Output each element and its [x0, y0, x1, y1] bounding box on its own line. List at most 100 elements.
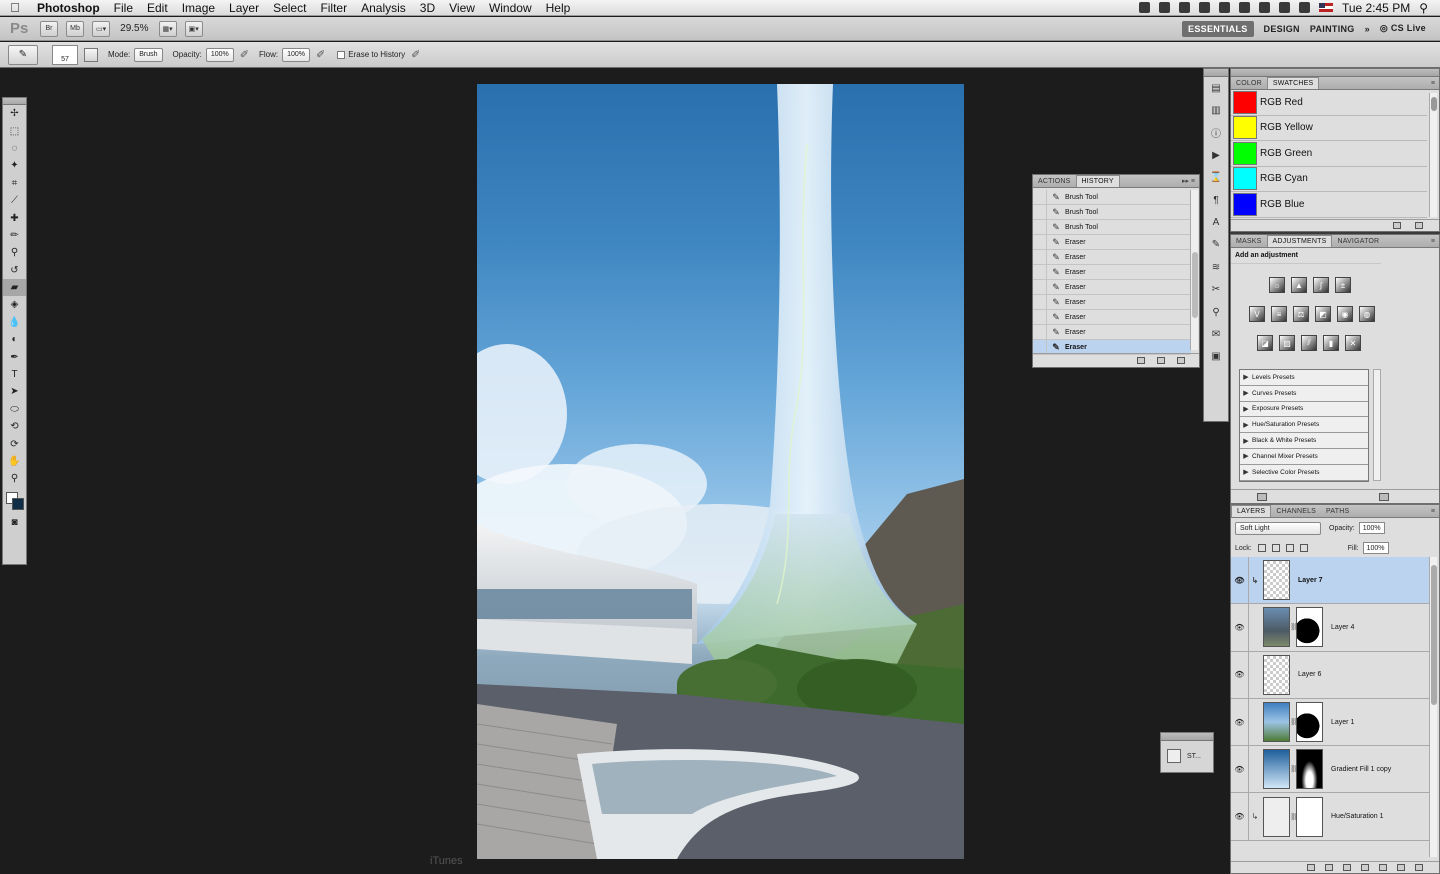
- layers-scrollbar[interactable]: [1429, 557, 1437, 857]
- clip-to-layer-icon[interactable]: [1379, 492, 1389, 501]
- tab-masks[interactable]: MASKS: [1231, 236, 1267, 247]
- tools-panel-header[interactable]: [3, 98, 26, 105]
- layer-thumbnail[interactable]: [1263, 654, 1290, 695]
- paragraph-panel-icon[interactable]: ¶: [1204, 189, 1228, 211]
- menu-filter[interactable]: Filter: [313, 1, 354, 15]
- add-mask-icon[interactable]: [1343, 864, 1351, 871]
- history-source-box[interactable]: [1033, 219, 1047, 235]
- menu-image[interactable]: Image: [175, 1, 222, 15]
- history-state[interactable]: ✎ Brush Tool: [1033, 204, 1191, 220]
- tool-presets-icon[interactable]: ✂: [1204, 279, 1228, 301]
- menu-analysis[interactable]: Analysis: [354, 1, 413, 15]
- delete-layer-icon[interactable]: [1415, 864, 1423, 871]
- history-source-box[interactable]: [1033, 264, 1047, 280]
- black-white-icon[interactable]: ◩: [1315, 306, 1331, 322]
- flow-input[interactable]: 100%: [282, 47, 311, 62]
- brush-panel-icon[interactable]: ≋: [1204, 256, 1228, 278]
- menu-file[interactable]: File: [107, 1, 140, 15]
- layer-visibility-eye-icon[interactable]: 👁: [1231, 698, 1249, 746]
- launch-mini-bridge-button[interactable]: Mb: [66, 20, 84, 37]
- tab-swatches[interactable]: SWATCHES: [1266, 77, 1320, 89]
- 3d-camera-tool-icon[interactable]: ⟳: [3, 435, 26, 452]
- layer-opacity-input[interactable]: 100%: [1358, 522, 1385, 534]
- levels-icon[interactable]: ▲: [1291, 277, 1307, 293]
- layer-mask-thumbnail[interactable]: [1296, 749, 1323, 790]
- delete-state-icon[interactable]: [1177, 357, 1185, 364]
- mode-select[interactable]: Brush: [134, 47, 163, 62]
- layer-row[interactable]: 👁 Layer 6: [1231, 651, 1429, 699]
- new-layer-icon[interactable]: [1397, 864, 1405, 871]
- disclosure-triangle-icon[interactable]: ▶: [1240, 468, 1252, 476]
- brush-tool-icon[interactable]: ✏: [3, 227, 26, 244]
- lock-all-icon[interactable]: [1299, 544, 1308, 552]
- tab-channels[interactable]: CHANNELS: [1271, 506, 1321, 517]
- background-color[interactable]: [12, 497, 24, 510]
- bluetooth-icon[interactable]: [1258, 2, 1270, 13]
- wifi-icon[interactable]: [1278, 2, 1290, 13]
- layer-visibility-eye-icon[interactable]: 👁: [1231, 746, 1249, 793]
- layer-thumbnail[interactable]: [1263, 749, 1290, 790]
- swatch-item[interactable]: RGB Yellow: [1231, 116, 1427, 141]
- history-state[interactable]: ✎ Eraser: [1033, 264, 1191, 280]
- disclosure-triangle-icon[interactable]: ▶: [1240, 373, 1252, 381]
- adjustment-preset-item[interactable]: ▶ Channel Mixer Presets: [1240, 449, 1368, 465]
- layer-row[interactable]: 👁 ↳ ⛓ Hue/Saturation 1: [1231, 793, 1429, 841]
- eraser-tool-icon[interactable]: ▰: [3, 278, 26, 297]
- history-state[interactable]: ✎ Eraser: [1033, 294, 1191, 310]
- menu-view[interactable]: View: [442, 1, 482, 15]
- shape-tool-icon[interactable]: ⬭: [3, 401, 26, 418]
- layer-visibility-eye-icon[interactable]: 👁: [1231, 651, 1249, 698]
- layer-visibility-eye-icon[interactable]: 👁: [1231, 557, 1249, 604]
- hue-saturation-icon[interactable]: ≡: [1271, 306, 1287, 322]
- zoom-tool-icon[interactable]: ⚲: [3, 470, 26, 487]
- history-source-box[interactable]: [1033, 294, 1047, 310]
- layer-thumbnail[interactable]: [1263, 702, 1290, 743]
- layer-thumbnail[interactable]: [1263, 560, 1290, 601]
- pen-tool-icon[interactable]: ✒: [3, 348, 26, 365]
- adjustment-preset-item[interactable]: ▶ Curves Presets: [1240, 386, 1368, 402]
- type-tool-icon[interactable]: T: [3, 366, 26, 383]
- lock-transparent-icon[interactable]: [1257, 544, 1266, 552]
- status-icon[interactable]: [1178, 2, 1190, 13]
- brush-panel-toggle-icon[interactable]: [84, 47, 98, 62]
- presets-scrollbar[interactable]: [1373, 369, 1381, 481]
- channel-mixer-icon[interactable]: ◍: [1359, 306, 1375, 322]
- history-state[interactable]: ✎ Eraser: [1033, 234, 1191, 250]
- new-document-from-state-icon[interactable]: [1137, 357, 1145, 364]
- tab-layers[interactable]: LAYERS: [1231, 505, 1272, 517]
- curves-icon[interactable]: ∫: [1313, 277, 1329, 293]
- launch-bridge-button[interactable]: Br: [40, 20, 58, 37]
- menu-layer[interactable]: Layer: [222, 1, 266, 15]
- swatches-scroll-thumb[interactable]: [1431, 97, 1437, 111]
- path-selection-tool-icon[interactable]: ➤: [3, 383, 26, 400]
- tool-preset-picker[interactable]: ✎: [8, 44, 38, 65]
- layer-style-icon[interactable]: [1325, 864, 1333, 871]
- selective-color-icon[interactable]: ✕: [1345, 335, 1361, 351]
- posterize-icon[interactable]: ▨: [1279, 335, 1295, 351]
- tab-navigator[interactable]: NAVIGATOR: [1332, 236, 1384, 247]
- new-group-icon[interactable]: [1379, 864, 1387, 871]
- floating-panel-label[interactable]: ST...: [1187, 753, 1201, 760]
- adjustments-menu-icon[interactable]: ≡: [1427, 238, 1439, 247]
- disclosure-triangle-icon[interactable]: ▶: [1240, 389, 1252, 397]
- adjustment-preset-item[interactable]: ▶ Levels Presets: [1240, 370, 1368, 386]
- history-source-box[interactable]: [1033, 189, 1047, 205]
- hand-tool-icon[interactable]: ✋: [3, 453, 26, 470]
- notes-panel-icon[interactable]: ✉: [1204, 323, 1228, 345]
- adjustment-preset-item[interactable]: ▶ Hue/Saturation Presets: [1240, 417, 1368, 434]
- tablet-pressure-opacity-icon[interactable]: ✐: [240, 48, 249, 61]
- adjustment-preset-item[interactable]: ▶ Black & White Presets: [1240, 433, 1368, 449]
- layer-thumbnail[interactable]: [1263, 796, 1290, 837]
- exposure-icon[interactable]: ±: [1335, 277, 1351, 293]
- tab-actions[interactable]: ACTIONS: [1033, 176, 1076, 187]
- disclosure-triangle-icon[interactable]: ▶: [1240, 421, 1252, 429]
- history-source-box[interactable]: [1033, 249, 1047, 265]
- brightness-contrast-icon[interactable]: ☼: [1269, 277, 1285, 293]
- 3d-rotate-tool-icon[interactable]: ⟲: [3, 418, 26, 435]
- layer-mask-thumbnail[interactable]: [1296, 796, 1323, 837]
- layer-thumbnail[interactable]: [1263, 607, 1290, 648]
- tab-color[interactable]: COLOR: [1231, 78, 1267, 89]
- photo-filter-icon[interactable]: ◉: [1337, 306, 1353, 322]
- tab-adjustments[interactable]: ADJUSTMENTS: [1266, 235, 1333, 247]
- layer-row[interactable]: 👁 ↳ Layer 7: [1231, 557, 1429, 605]
